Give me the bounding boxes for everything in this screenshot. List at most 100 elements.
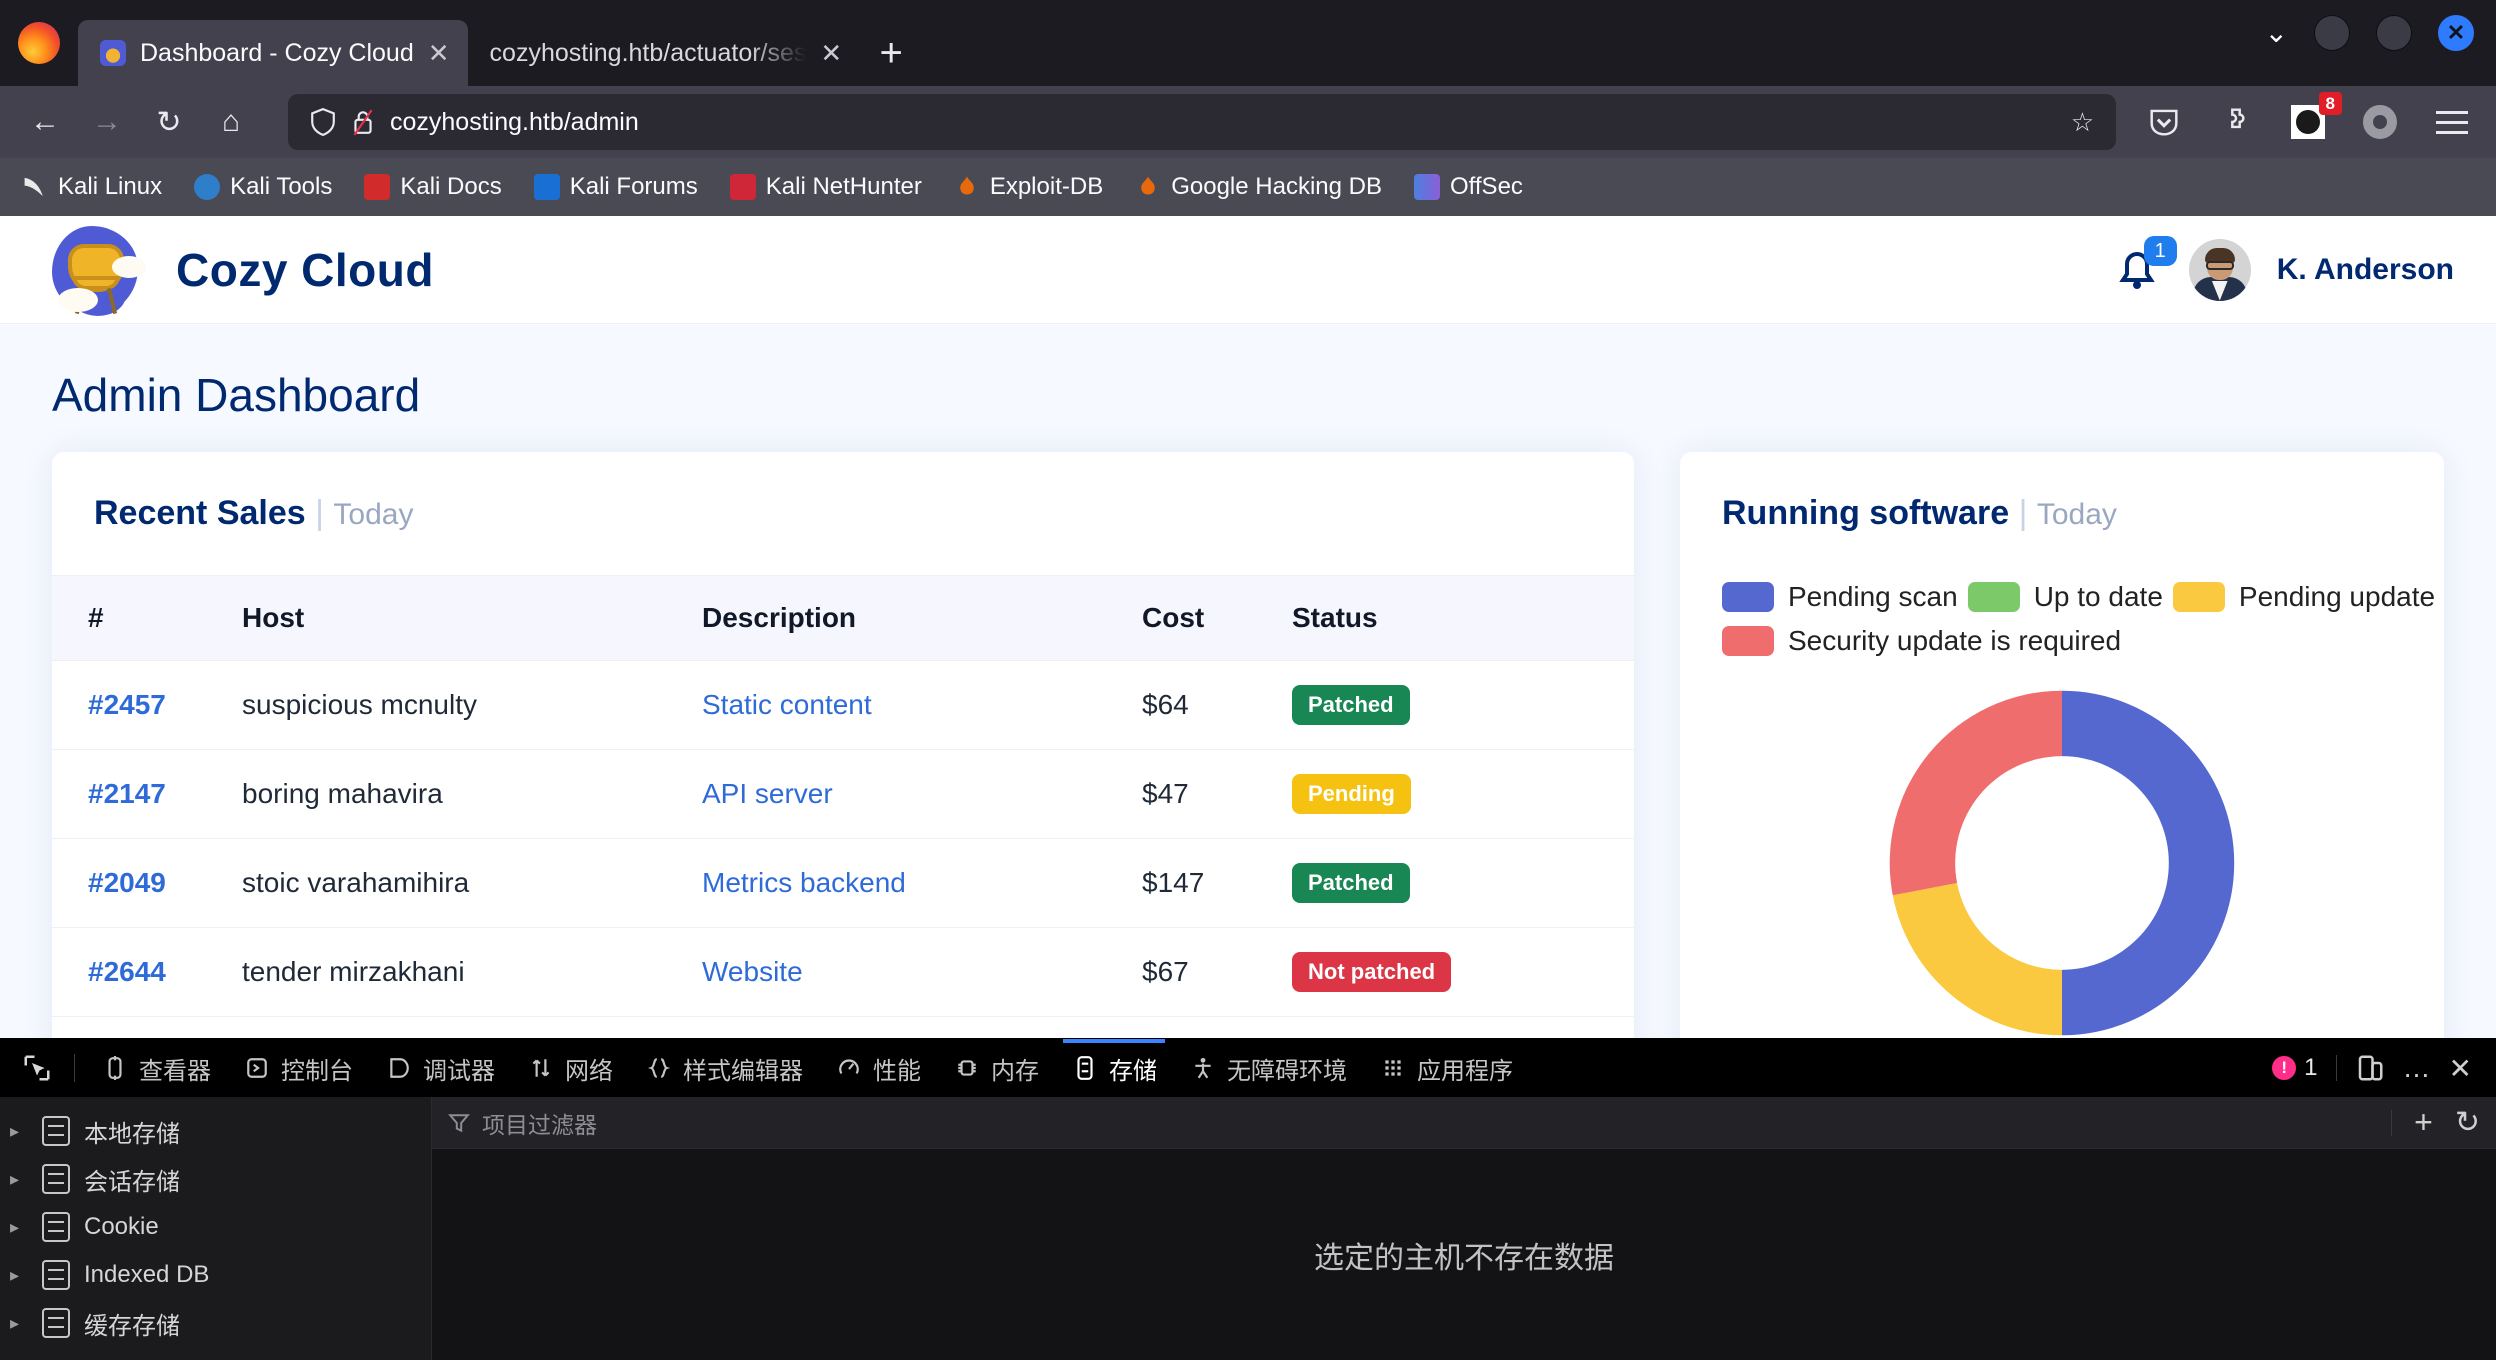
- error-count-indicator[interactable]: ! 1: [2272, 1054, 2318, 1082]
- bookmark-kali-nethunter[interactable]: Kali NetHunter: [718, 167, 934, 207]
- table-body: #2457 suspicious mcnulty Static content …: [52, 660, 1634, 1038]
- legend-item[interactable]: Up to date: [1967, 581, 2163, 613]
- browser-tab-1[interactable]: Dashboard - Cozy Cloud ✕: [78, 20, 468, 86]
- bookmark-star-icon[interactable]: ☆: [2071, 107, 2094, 138]
- legend-item[interactable]: Pending scan: [1722, 581, 1958, 613]
- menu-icon[interactable]: [2430, 100, 2474, 144]
- storage-tree-item-indexed-db[interactable]: ▸ Indexed DB: [0, 1251, 431, 1299]
- extension-thumb-icon[interactable]: 8: [2286, 92, 2342, 144]
- bookmark-kali-forums[interactable]: Kali Forums: [522, 167, 710, 207]
- window-maximize-button[interactable]: [2376, 15, 2412, 51]
- window-minimize-button[interactable]: [2314, 15, 2350, 51]
- shield-icon[interactable]: [310, 107, 336, 137]
- notifications-button[interactable]: 1: [2111, 235, 2177, 298]
- kali-dragon-icon: [22, 174, 48, 200]
- devtools-tab-storage[interactable]: 存储: [1055, 1039, 1173, 1097]
- storage-filter-input[interactable]: 项目过滤器: [448, 1106, 597, 1140]
- storage-tree-item-cache-storage[interactable]: ▸ 缓存存储: [0, 1299, 431, 1347]
- devtools-tab-inspector[interactable]: 查看器: [85, 1039, 227, 1097]
- new-tab-button[interactable]: +: [860, 20, 922, 86]
- extensions-puzzle-icon[interactable]: [2214, 100, 2258, 144]
- doughnut-segment[interactable]: [1892, 883, 2062, 1036]
- doughnut-chart-svg[interactable]: [1782, 683, 2342, 1038]
- bookmark-label: Kali Forums: [569, 173, 698, 200]
- address-bar[interactable]: cozyhosting.htb/admin ☆: [288, 94, 2116, 150]
- refresh-icon[interactable]: ↻: [2455, 1105, 2480, 1140]
- devtools-tab-style-editor[interactable]: 样式编辑器: [629, 1039, 819, 1097]
- storage-tree-item-session-storage[interactable]: ▸ 会话存储: [0, 1155, 431, 1203]
- row-id-link[interactable]: #2049: [88, 867, 166, 898]
- storage-main: 项目过滤器 + ↻ 选定的主机不存在数据: [432, 1097, 2496, 1360]
- row-id-link[interactable]: #2457: [88, 689, 166, 720]
- devtools-tab-accessibility[interactable]: 无障碍环境: [1173, 1039, 1363, 1097]
- card-title-subtitle: Today: [333, 498, 414, 531]
- row-description-link[interactable]: Metrics backend: [702, 867, 906, 898]
- row-description-link[interactable]: API server: [702, 778, 833, 809]
- bookmark-label: Kali Linux: [58, 173, 163, 200]
- legend-label: Pending update: [2238, 581, 2436, 612]
- insecure-lock-icon[interactable]: [352, 108, 374, 136]
- chevron-right-icon[interactable]: ▸: [10, 1265, 28, 1286]
- avatar[interactable]: [2188, 238, 2251, 301]
- close-devtools-icon[interactable]: ✕: [2449, 1052, 2472, 1085]
- doughnut-segment[interactable]: [1889, 690, 2062, 896]
- legend-swatch-icon: [2172, 582, 2225, 612]
- storage-tree-item-cookie[interactable]: ▸ Cookie: [0, 1203, 431, 1251]
- chevron-right-icon[interactable]: ▸: [10, 1217, 28, 1238]
- row-description-link[interactable]: Website: [702, 956, 803, 987]
- window-controls: ⌄ ✕: [2265, 0, 2496, 86]
- column-header-cost: Cost: [1142, 575, 1292, 661]
- devtools-tab-debugger[interactable]: 调试器: [369, 1039, 511, 1097]
- storage-filter-actions: + ↻: [2391, 1105, 2480, 1140]
- tab-label: 存储: [1109, 1057, 1157, 1085]
- pick-element-icon[interactable]: [10, 1039, 64, 1097]
- row-description-link[interactable]: Static content: [702, 689, 872, 720]
- more-options-icon[interactable]: …: [2403, 1053, 2431, 1081]
- inspector-icon: [101, 1054, 129, 1082]
- doughnut-segment[interactable]: [2062, 690, 2235, 1036]
- running-software-card: Running software | Today Pending scan Up…: [1680, 452, 2444, 1038]
- dashboard-cards: Recent Sales | Today # Host Description …: [0, 422, 2496, 1038]
- legend-item[interactable]: Security update is required: [1722, 625, 2121, 657]
- tab-label: 控制台: [281, 1057, 353, 1085]
- tab-close-icon[interactable]: ✕: [428, 40, 450, 66]
- devtools-tab-memory[interactable]: 内存: [937, 1039, 1055, 1097]
- bookmark-google-hacking-db[interactable]: Google Hacking DB: [1123, 167, 1394, 207]
- legend-item[interactable]: Pending update: [2172, 581, 2436, 613]
- chevron-right-icon[interactable]: ▸: [10, 1121, 28, 1142]
- storage-type-icon: [42, 1164, 70, 1194]
- devtools-tab-console[interactable]: 控制台: [227, 1039, 369, 1097]
- chevron-down-icon[interactable]: ⌄: [2265, 19, 2288, 47]
- tab-close-icon[interactable]: ✕: [820, 40, 842, 66]
- devtools-tab-application[interactable]: 应用程序: [1363, 1039, 1529, 1097]
- devtools-tab-performance[interactable]: 性能: [819, 1039, 937, 1097]
- responsive-design-icon[interactable]: [2355, 1053, 2385, 1083]
- chevron-right-icon[interactable]: ▸: [10, 1169, 28, 1190]
- reload-button[interactable]: ↻: [138, 91, 200, 153]
- forward-button[interactable]: →: [76, 91, 138, 153]
- chevron-right-icon[interactable]: ▸: [10, 1313, 28, 1334]
- bookmark-kali-linux[interactable]: Kali Linux: [10, 167, 174, 207]
- legend-swatch-icon: [1722, 626, 1774, 656]
- bookmark-kali-docs[interactable]: Kali Docs: [352, 167, 513, 207]
- back-button[interactable]: ←: [14, 91, 76, 153]
- row-id-link[interactable]: #2147: [88, 778, 166, 809]
- pocket-icon[interactable]: [2142, 100, 2186, 144]
- brand[interactable]: Cozy Cloud: [42, 222, 434, 318]
- kali-forums-icon: [533, 174, 560, 200]
- legend-label: Pending scan: [1788, 581, 1958, 612]
- bookmark-offsec[interactable]: OffSec: [1402, 167, 1535, 207]
- window-close-button[interactable]: ✕: [2438, 15, 2474, 51]
- browser-tab-2[interactable]: cozyhosting.htb/actuator/ses ✕: [468, 20, 861, 86]
- user-name[interactable]: K. Anderson: [2277, 253, 2454, 287]
- add-item-icon[interactable]: +: [2414, 1106, 2433, 1138]
- legend-label: Up to date: [2033, 581, 2163, 612]
- row-id-link[interactable]: #2644: [88, 956, 166, 987]
- account-icon[interactable]: [2358, 100, 2402, 144]
- home-button[interactable]: ⌂: [200, 91, 262, 153]
- devtools-tab-network[interactable]: 网络: [511, 1039, 629, 1097]
- bookmark-kali-tools[interactable]: Kali Tools: [182, 167, 344, 207]
- bookmark-exploit-db[interactable]: Exploit-DB: [942, 167, 1115, 207]
- storage-tree-item-local-storage[interactable]: ▸ 本地存储: [0, 1107, 431, 1155]
- tab-label: 性能: [873, 1057, 921, 1085]
